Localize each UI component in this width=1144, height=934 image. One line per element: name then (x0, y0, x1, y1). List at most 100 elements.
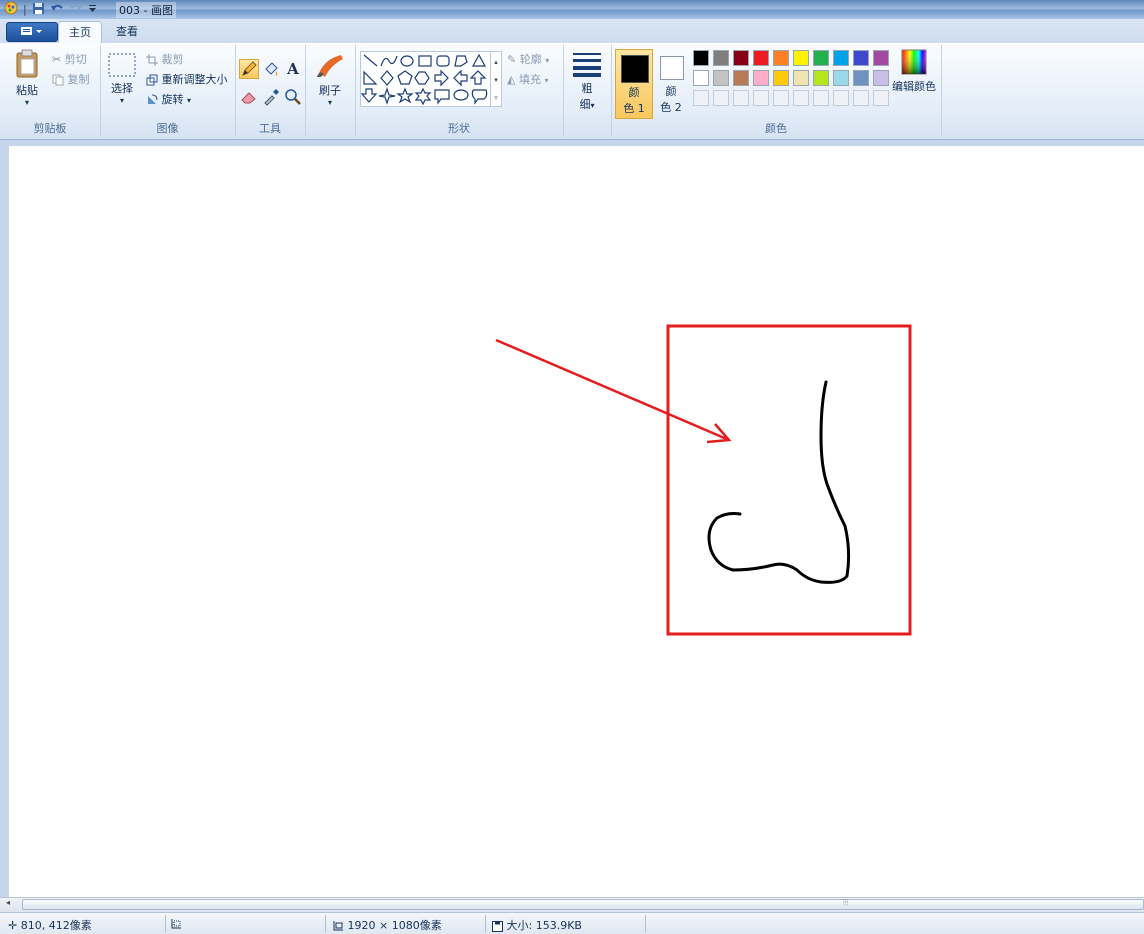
custom-color-slot[interactable] (813, 90, 829, 106)
select-label: 选择 (111, 82, 133, 95)
palette-swatch[interactable] (853, 70, 869, 86)
drawing-canvas[interactable] (9, 146, 1144, 897)
left-arrow-shape-icon (453, 69, 468, 87)
palette-swatch[interactable] (793, 50, 809, 66)
palette-swatch[interactable] (733, 70, 749, 86)
paint-app-icon[interactable] (4, 1, 18, 18)
cut-label: 剪切 (64, 53, 87, 66)
image-dimensions: 1920 × 1080像素 (332, 917, 442, 933)
tab-home[interactable]: 主页 (58, 21, 102, 44)
text-tool[interactable]: A (283, 59, 303, 79)
size-button[interactable]: 粗 细▾ (569, 51, 605, 112)
edit-colors-button[interactable]: 编辑颜色 (891, 49, 937, 94)
outline-button[interactable]: ✎ 轮廓 ▾ (507, 51, 549, 67)
redo-icon[interactable] (69, 2, 83, 18)
color1-button[interactable]: 颜 色 1 (615, 49, 653, 119)
eraser-tool[interactable] (239, 87, 259, 107)
title-bar: | 003 - 画图 (0, 0, 1144, 19)
fill-bucket-icon: ◭ (507, 73, 516, 86)
palette-swatch[interactable] (873, 50, 889, 66)
fill-tool[interactable] (261, 59, 281, 79)
grip-icon: ⦙⦙⦙ (843, 898, 849, 907)
select-button[interactable]: 选择 ▾ (106, 53, 138, 105)
custom-color-slot[interactable] (873, 90, 889, 106)
custom-color-slot[interactable] (753, 90, 769, 106)
crop-button[interactable]: 裁剪 (146, 51, 184, 67)
palette-swatch[interactable] (713, 70, 729, 86)
palette-swatch[interactable] (813, 70, 829, 86)
undo-icon[interactable] (50, 2, 64, 18)
resize-button[interactable]: 重新调整大小 (146, 71, 228, 87)
copy-button[interactable]: 复制 (52, 71, 90, 87)
cut-button[interactable]: ✂ 剪切 (52, 51, 87, 67)
scrollbar-thumb[interactable]: ⦙⦙⦙ (22, 898, 1144, 910)
black-nose-stroke (707, 380, 851, 584)
right-arrow-shape-icon (434, 69, 449, 87)
magnifier-tool[interactable] (283, 87, 303, 107)
horizontal-scrollbar[interactable]: ◂ ⦙⦙⦙ (0, 897, 1144, 912)
custom-color-slot[interactable] (733, 90, 749, 106)
palette-swatch[interactable] (773, 70, 789, 86)
custom-color-slot[interactable] (773, 90, 789, 106)
paint-menu-button[interactable] (6, 22, 58, 42)
color2-button[interactable]: 颜 色 2 (653, 49, 689, 119)
color-picker-tool[interactable] (261, 87, 281, 107)
disk-icon (492, 919, 507, 932)
palette-swatch[interactable] (753, 70, 769, 86)
window-title: 003 - 画图 (116, 2, 176, 18)
custom-color-slot[interactable] (713, 90, 729, 106)
shapes-gallery-scroll[interactable]: ▴ ▾ ▿ (490, 53, 501, 107)
line-width-icon (572, 53, 602, 80)
palette-swatch[interactable] (833, 70, 849, 86)
palette-swatch[interactable] (853, 50, 869, 66)
color1-label-top: 颜 (628, 86, 640, 99)
palette-swatch[interactable] (773, 50, 789, 66)
oval-shape-icon (400, 55, 414, 67)
palette-swatch[interactable] (793, 70, 809, 86)
color2-swatch (660, 56, 684, 80)
edit-colors-label: 编辑颜色 (892, 80, 936, 93)
palette-swatch[interactable] (733, 50, 749, 66)
brushes-button[interactable]: 刷子 ▾ (313, 51, 347, 107)
custom-color-slot[interactable] (853, 90, 869, 106)
chevron-down-icon: ▾ (187, 96, 192, 105)
brush-icon (315, 55, 345, 82)
tools-group: A 工具 (235, 45, 306, 137)
canvas-drawing (495, 324, 912, 636)
rotate-button[interactable]: 旋转 ▾ (146, 91, 191, 107)
up-arrow-shape-icon (469, 70, 487, 85)
paste-button[interactable]: 粘贴 ▾ (8, 49, 46, 107)
brushes-label: 刷子 (319, 84, 341, 97)
image-group: 选择 ▾ 裁剪 重新调整大小 旋转 ▾ 图像 (100, 45, 236, 137)
custom-color-slot[interactable] (693, 90, 709, 106)
image-dimensions-text: 1920 × 1080像素 (347, 919, 442, 932)
palette-swatch[interactable] (713, 50, 729, 66)
line-shape-icon (363, 54, 378, 67)
selection-size (170, 917, 182, 930)
custom-color-slot[interactable] (833, 90, 849, 106)
palette-swatch[interactable] (753, 50, 769, 66)
customize-qa-dropdown-icon[interactable] (88, 3, 97, 16)
quick-access-toolbar: | (4, 1, 102, 18)
shapes-gallery[interactable] (360, 51, 502, 107)
chevron-down-icon: ▾ (24, 98, 29, 107)
palette-swatch[interactable] (873, 70, 889, 86)
scroll-left-icon[interactable]: ◂ (6, 898, 10, 907)
pencil-tool[interactable] (239, 59, 259, 79)
eyedropper-icon (262, 89, 280, 109)
outline-pen-icon: ✎ (507, 53, 517, 66)
palette-swatch[interactable] (833, 50, 849, 66)
crop-icon (146, 53, 162, 66)
size-label-top: 粗 (581, 82, 593, 95)
save-icon[interactable] (32, 2, 45, 18)
colors-group-label: 颜色 (765, 122, 787, 135)
image-size-icon (332, 919, 348, 932)
palette-swatch[interactable] (813, 50, 829, 66)
tab-view[interactable]: 查看 (106, 21, 148, 43)
palette-swatch[interactable] (693, 70, 709, 86)
fill-button[interactable]: ◭ 填充 ▾ (507, 71, 548, 87)
custom-color-slot[interactable] (793, 90, 809, 106)
outline-label: 轮廓 (519, 53, 542, 66)
right-triangle-shape-icon (363, 70, 378, 85)
palette-swatch[interactable] (693, 50, 709, 66)
